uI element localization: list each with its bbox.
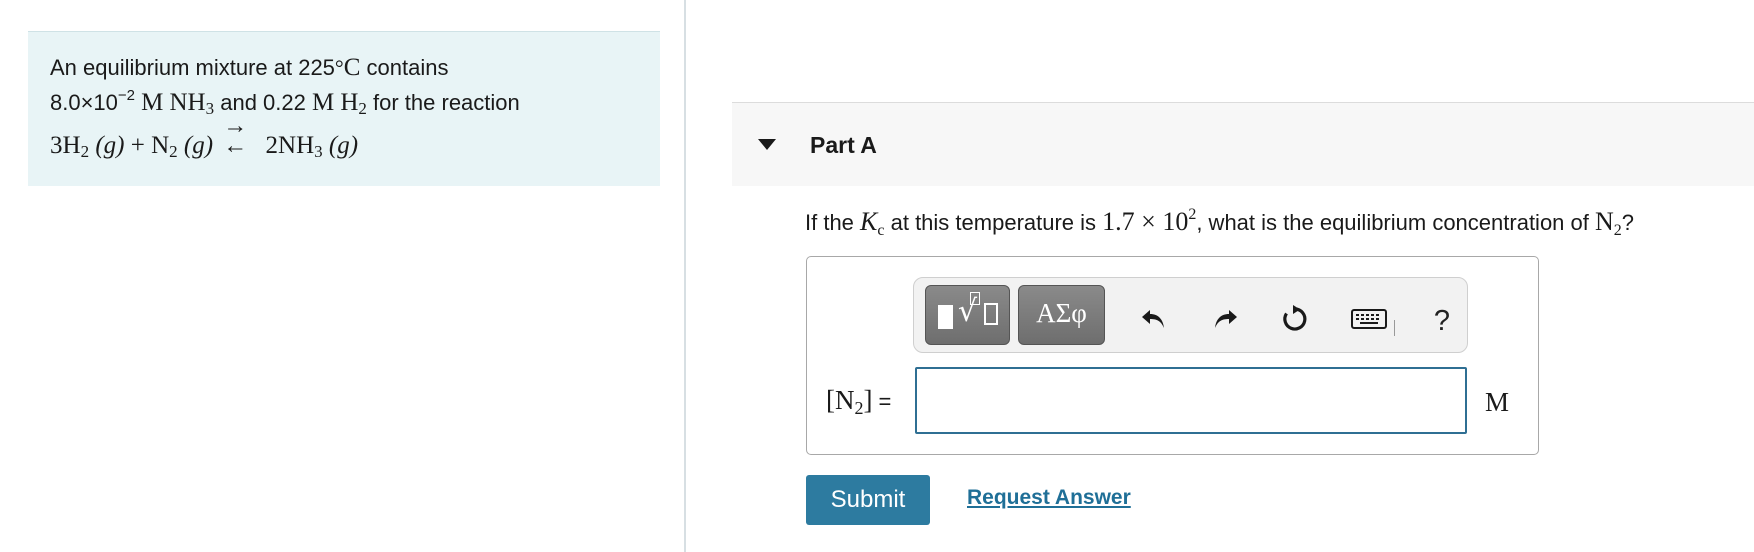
k-symbol: K xyxy=(860,207,878,236)
reactant-h2-subscript: 2 xyxy=(80,142,90,161)
equals-sign: = xyxy=(878,389,892,414)
question-prefix: If the xyxy=(805,210,861,235)
intro-line-2: 8.0×10−2 M NH3 and 0.22 M H2 for the rea… xyxy=(50,87,520,119)
nh3-concentration-value: 8.0×10 xyxy=(50,90,118,115)
greek-letters-icon: ΑΣφ xyxy=(1036,298,1087,328)
state-gas: (g) xyxy=(328,132,359,159)
request-answer-link[interactable]: Request Answer xyxy=(967,486,1131,510)
nh3-formula: NH xyxy=(169,89,206,116)
undo-icon[interactable] xyxy=(1137,302,1171,336)
k-subscript: c xyxy=(877,222,885,239)
state-gas: (g) xyxy=(95,132,125,159)
reactant-n2: N xyxy=(151,132,170,159)
state-gas: (g) xyxy=(183,132,214,159)
intro-line-1: An equilibrium mixture at 225°C contains xyxy=(50,54,448,82)
reactant-n2-subscript: 2 xyxy=(169,142,178,161)
question-tail: , what is the equilibrium concentration … xyxy=(1196,210,1595,235)
reset-icon[interactable] xyxy=(1278,302,1312,336)
equilibrium-arrows-icon: → ← xyxy=(223,114,253,159)
n2-concentration-label: [N2] = xyxy=(826,385,891,419)
question-text: If the Kc at this temperature is 1.7 × 1… xyxy=(805,206,1634,240)
intro-text: An equilibrium mixture at 225 xyxy=(50,55,335,80)
plus-sign: + xyxy=(130,132,145,159)
part-title: Part A xyxy=(810,132,877,158)
submit-button[interactable]: Submit xyxy=(806,475,930,525)
product-nh3: 2NH xyxy=(265,132,315,159)
h2-subscript: 2 xyxy=(358,99,367,118)
h2-formula: H xyxy=(340,89,359,116)
molar-unit: M xyxy=(311,89,335,116)
reactant-h2: 3H xyxy=(50,132,81,159)
kc-value: 1.7 × 10 xyxy=(1102,207,1189,236)
degree-symbol: ° xyxy=(334,55,344,80)
n2-formula: N xyxy=(1594,207,1614,236)
problem-intro-panel: An equilibrium mixture at 225°C contains… xyxy=(28,31,660,186)
intro-line-2-tail: for the reaction xyxy=(366,90,520,115)
product-nh3-subscript: 3 xyxy=(314,142,323,161)
keyboard-icon[interactable] xyxy=(1347,302,1391,336)
intro-text-tail: contains xyxy=(360,55,449,80)
answer-box: √ ΑΣφ ? [N2] = M xyxy=(806,256,1539,455)
n2-subscript: 2 xyxy=(1613,222,1622,239)
reverse-arrow-icon: ← xyxy=(223,133,248,159)
redo-icon[interactable] xyxy=(1208,302,1242,336)
question-middle: at this temperature is xyxy=(884,210,1103,235)
reaction-equation: 3H2 (g) + N2 (g) → ← 2NH3 (g) xyxy=(50,114,359,162)
nh3-subscript: 3 xyxy=(205,99,215,118)
question-mark: ? xyxy=(1621,210,1635,235)
molar-unit: M xyxy=(141,89,164,116)
answer-input[interactable] xyxy=(915,367,1467,434)
intro-connector: and 0.22 xyxy=(214,90,312,115)
greek-letters-button[interactable]: ΑΣφ xyxy=(1018,285,1105,345)
nh3-concentration-exponent: −2 xyxy=(117,87,136,104)
unit-label: M xyxy=(1485,387,1510,417)
toolbar-separator xyxy=(1394,320,1395,336)
part-a-header[interactable]: Part A xyxy=(732,102,1754,186)
panel-divider xyxy=(684,0,686,552)
help-icon[interactable]: ? xyxy=(1425,304,1459,338)
templates-button[interactable]: √ xyxy=(925,285,1010,345)
math-toolbar: √ ΑΣφ ? xyxy=(913,277,1468,353)
label-subscript: 2 xyxy=(854,398,864,418)
label-open: [N xyxy=(826,385,855,415)
celsius-unit: C xyxy=(343,54,361,81)
label-close: ] xyxy=(863,385,873,415)
collapse-caret-icon[interactable] xyxy=(758,139,776,150)
